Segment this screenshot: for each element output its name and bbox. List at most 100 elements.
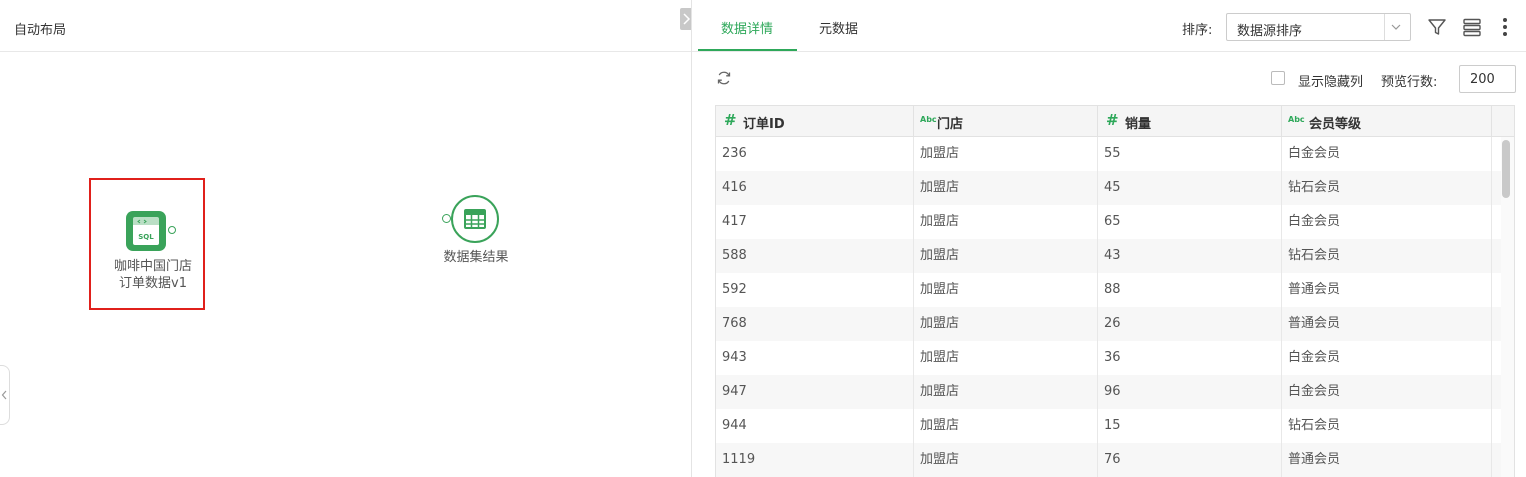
flow-canvas-pane: 自动布局 SQL 咖啡中国门店 订单数据v1 数据集结果 [0, 0, 702, 477]
cell-order-id: 1119 [716, 443, 914, 477]
cell-order-id: 236 [716, 137, 914, 171]
cell-order-id: 943 [716, 341, 914, 375]
cell-sales: 15 [1098, 409, 1282, 443]
column-header-store[interactable]: Abc 门店 [914, 106, 1098, 136]
result-node-input-port[interactable] [442, 214, 451, 223]
show-hidden-checkbox[interactable] [1271, 71, 1285, 85]
refresh-button[interactable] [716, 70, 732, 90]
cell-member-level: 白金会员 [1282, 375, 1492, 409]
cell-sales: 76 [1098, 443, 1282, 477]
cell-store: 加盟店 [914, 409, 1098, 443]
tab-bar: 数据详情 元数据 排序: 数据源排序 [692, 0, 1526, 52]
cell-member-level: 普通会员 [1282, 443, 1492, 477]
table-row[interactable]: 944 加盟店 15 钻石会员 [716, 409, 1514, 443]
list-rows-icon [1463, 18, 1481, 37]
cell-store: 加盟店 [914, 171, 1098, 205]
cell-member-level: 普通会员 [1282, 273, 1492, 307]
cell-store: 加盟店 [914, 307, 1098, 341]
table-row[interactable]: 588 加盟店 43 钻石会员 [716, 239, 1514, 273]
column-header-label: 销量 [1125, 117, 1152, 132]
column-layout-button[interactable] [1462, 17, 1482, 41]
active-tab-indicator [698, 49, 797, 51]
more-vertical-icon [1503, 18, 1507, 36]
sql-node-label-line2: 订单数据v1 [119, 276, 187, 291]
table-row[interactable]: 236 加盟店 55 白金会员 [716, 137, 1514, 171]
table-grid-icon [464, 209, 486, 229]
refresh-icon [717, 71, 731, 85]
cell-order-id: 947 [716, 375, 914, 409]
sql-node-output-port[interactable] [168, 226, 176, 234]
table-row[interactable]: 417 加盟店 65 白金会员 [716, 205, 1514, 239]
numeric-type-icon: # [1106, 111, 1119, 129]
table-scrollbar-thumb[interactable] [1502, 140, 1510, 198]
column-header-label: 订单ID [743, 117, 785, 132]
cell-store: 加盟店 [914, 273, 1098, 307]
sort-label: 排序: [1182, 23, 1213, 38]
table-row[interactable]: 1119 加盟店 76 普通会员 [716, 443, 1514, 477]
cell-store: 加盟店 [914, 239, 1098, 273]
show-hidden-label[interactable]: 显示隐藏列 [1298, 71, 1363, 90]
cell-member-level: 钻石会员 [1282, 409, 1492, 443]
data-preview-pane: 数据详情 元数据 排序: 数据源排序 显示隐藏列 预览行数: 200 # 订单I… [692, 0, 1526, 477]
result-node-label: 数据集结果 [443, 250, 509, 265]
cell-store: 加盟店 [914, 443, 1098, 477]
cell-sales: 55 [1098, 137, 1282, 171]
left-panel-toggle[interactable] [0, 365, 10, 425]
column-header-label: 会员等级 [1309, 117, 1362, 132]
cell-member-level: 钻石会员 [1282, 239, 1492, 273]
filter-icon [1428, 19, 1446, 35]
cell-store: 加盟店 [914, 341, 1098, 375]
cell-order-id: 944 [716, 409, 914, 443]
cell-sales: 36 [1098, 341, 1282, 375]
sql-node-label-line1: 咖啡中国门店 [113, 259, 192, 274]
table-row[interactable]: 943 加盟店 36 白金会员 [716, 341, 1514, 375]
cell-store: 加盟店 [914, 205, 1098, 239]
preview-rows-input[interactable]: 200 [1459, 65, 1516, 93]
numeric-type-icon: # [724, 111, 737, 129]
column-header-label: 门店 [937, 117, 964, 132]
cell-sales: 96 [1098, 375, 1282, 409]
cell-store: 加盟店 [914, 375, 1098, 409]
filter-button[interactable] [1427, 17, 1447, 41]
svg-text:SQL: SQL [138, 233, 154, 241]
column-header-sales[interactable]: # 销量 [1098, 106, 1282, 136]
column-header-member-level[interactable]: Abc 会员等级 [1282, 106, 1492, 136]
cell-member-level: 白金会员 [1282, 205, 1492, 239]
table-row[interactable]: 947 加盟店 96 白金会员 [716, 375, 1514, 409]
cell-store: 加盟店 [914, 137, 1098, 171]
chevron-down-icon [1391, 24, 1401, 30]
cell-sales: 65 [1098, 205, 1282, 239]
table-row[interactable]: 416 加盟店 45 钻石会员 [716, 171, 1514, 205]
cell-member-level: 普通会员 [1282, 307, 1492, 341]
select-separator [1384, 14, 1385, 40]
cell-order-id: 768 [716, 307, 914, 341]
cell-sales: 43 [1098, 239, 1282, 273]
cell-sales: 88 [1098, 273, 1282, 307]
cell-sales: 26 [1098, 307, 1282, 341]
table-row[interactable]: 592 加盟店 88 普通会员 [716, 273, 1514, 307]
sort-select[interactable]: 数据源排序 [1226, 13, 1411, 41]
sql-node[interactable]: SQL [125, 210, 167, 252]
result-node[interactable] [451, 195, 499, 243]
sort-select-value: 数据源排序 [1237, 24, 1303, 39]
text-type-icon: Abc [1288, 115, 1305, 124]
data-table: # 订单ID Abc 门店 # 销量 Abc 会员等级 236 加盟店 55 白金会员… [715, 105, 1515, 477]
table-header: # 订单ID Abc 门店 # 销量 Abc 会员等级 [716, 106, 1514, 137]
cell-member-level: 钻石会员 [1282, 171, 1492, 205]
auto-layout-button[interactable]: 自动布局 [14, 19, 66, 38]
sql-node-label: 咖啡中国门店 订单数据v1 [100, 258, 206, 292]
cell-member-level: 白金会员 [1282, 341, 1492, 375]
tab-data-details[interactable]: 数据详情 [721, 18, 773, 37]
tab-metadata[interactable]: 元数据 [819, 18, 858, 37]
cell-order-id: 416 [716, 171, 914, 205]
text-type-icon: Abc [920, 115, 937, 124]
preview-rows-label: 预览行数: [1381, 75, 1438, 90]
chevron-left-icon [1, 390, 7, 400]
column-header-order-id[interactable]: # 订单ID [716, 106, 914, 136]
cell-order-id: 592 [716, 273, 914, 307]
table-row[interactable]: 768 加盟店 26 普通会员 [716, 307, 1514, 341]
cell-order-id: 417 [716, 205, 914, 239]
cell-member-level: 白金会员 [1282, 137, 1492, 171]
sql-file-icon: SQL [126, 211, 166, 251]
more-options-button[interactable] [1501, 17, 1509, 41]
